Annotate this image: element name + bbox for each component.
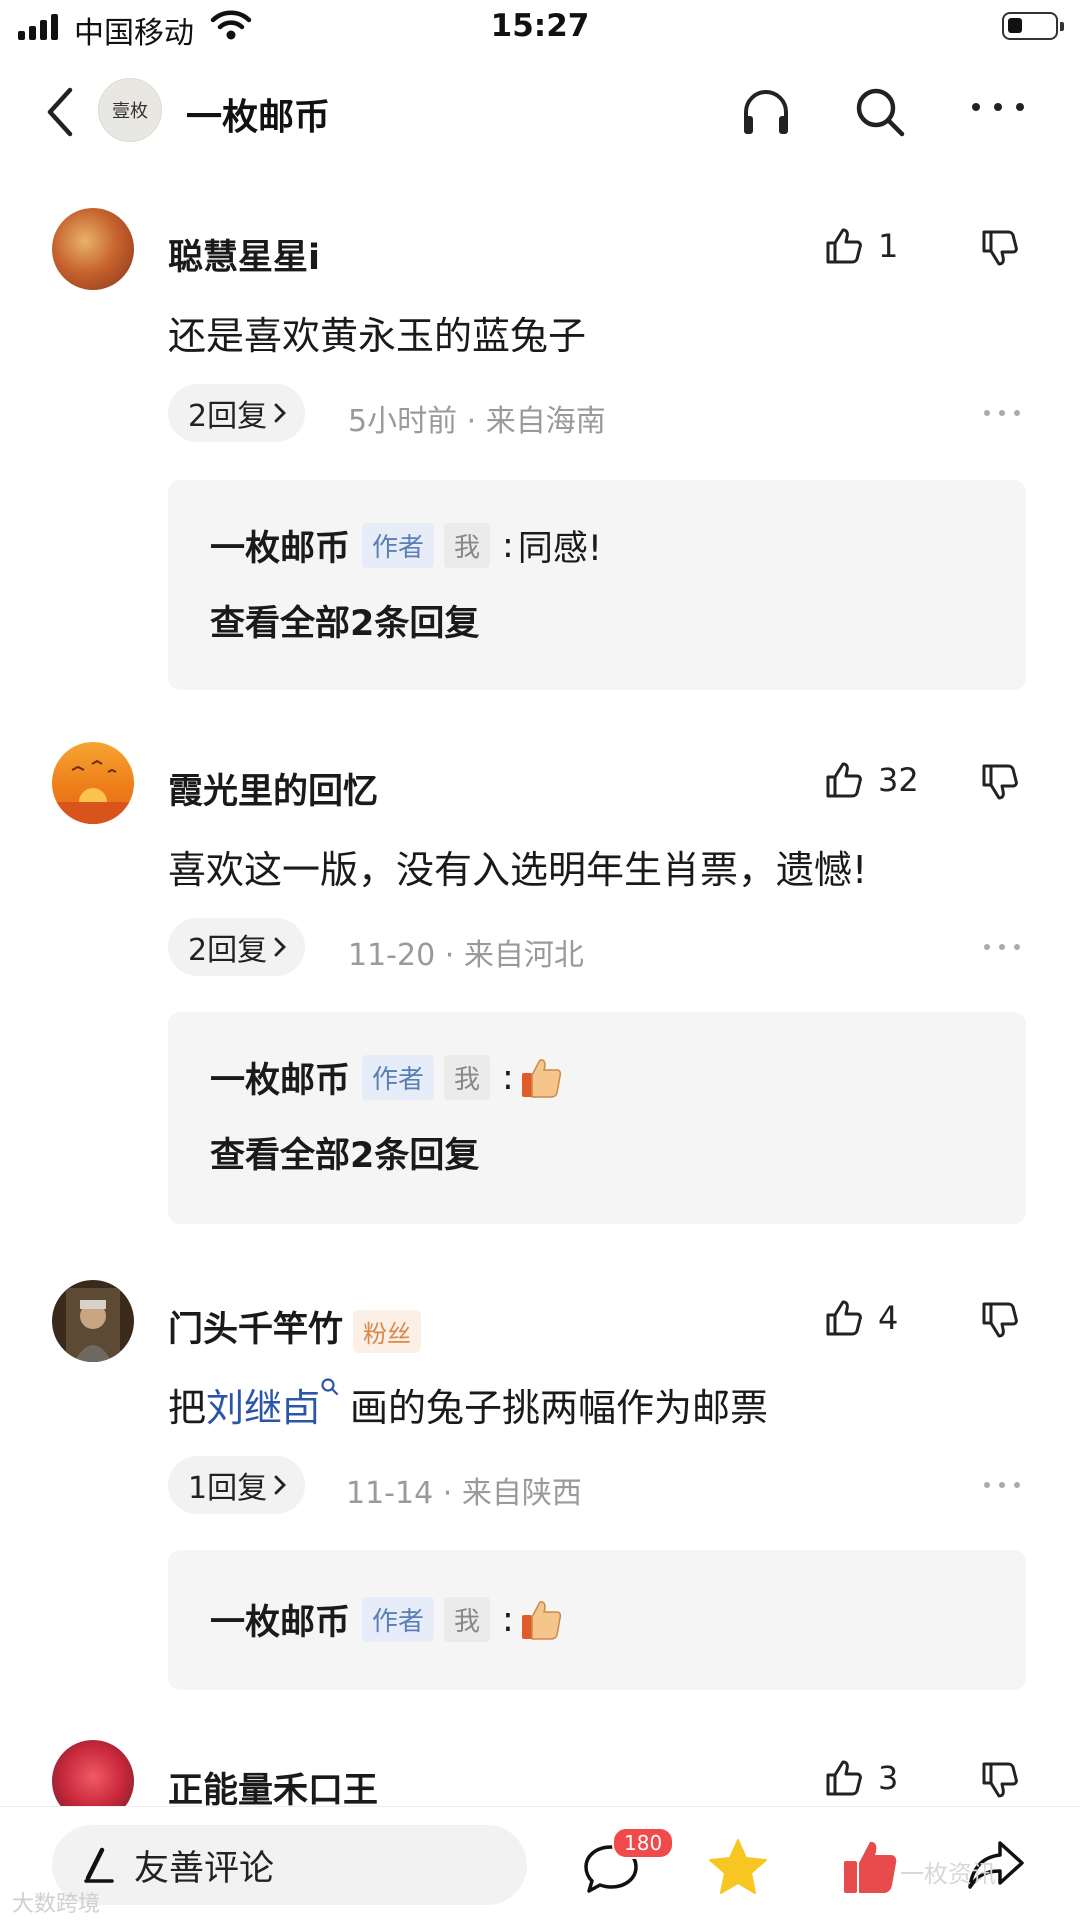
status-time: 15:27 bbox=[490, 8, 590, 44]
headphone-icon[interactable] bbox=[738, 84, 794, 140]
chevron-right-icon bbox=[274, 403, 287, 423]
reply-box: 一枚邮币 作者 我 : 同感! 查看全部2条回复 bbox=[168, 480, 1026, 690]
thumbs-up-emoji-icon bbox=[521, 1058, 561, 1098]
like-count: 3 bbox=[878, 1759, 899, 1797]
comment-input-placeholder: 友善评论 bbox=[134, 1848, 275, 1889]
like-count: 4 bbox=[878, 1299, 899, 1337]
watermark-right: 一枚资讯 bbox=[900, 1860, 996, 1888]
me-tag: 我 bbox=[444, 523, 491, 568]
comment-meta: 11-14 · 来自陕西 bbox=[346, 1476, 582, 1511]
comment-text: 喜欢这一版，没有入选明年生肖票，遗憾! bbox=[168, 848, 868, 892]
thumb-up-icon bbox=[826, 1300, 862, 1336]
thumb-down-icon[interactable] bbox=[980, 228, 1020, 268]
reply-text: 同感! bbox=[517, 529, 602, 569]
comment-input[interactable]: 友善评论 bbox=[52, 1825, 527, 1905]
avatar[interactable] bbox=[52, 208, 134, 290]
back-icon[interactable] bbox=[40, 84, 80, 140]
reply-author-name[interactable]: 一枚邮币 bbox=[210, 1594, 350, 1645]
reply-line: 一枚邮币 作者 我 : bbox=[210, 1594, 564, 1645]
author-tag: 作者 bbox=[362, 1597, 435, 1642]
user-name[interactable]: 霞光里的回忆 bbox=[168, 763, 378, 814]
reply-count-button[interactable]: 2回复 bbox=[168, 918, 306, 976]
more-icon[interactable] bbox=[970, 100, 1026, 114]
like-button[interactable]: 32 bbox=[824, 760, 919, 800]
thumb-up-icon bbox=[826, 228, 862, 264]
reply-line: 一枚邮币 作者 我 : bbox=[210, 1052, 564, 1103]
avatar[interactable] bbox=[52, 742, 134, 824]
user-name[interactable]: 门头千竿竹 粉丝 bbox=[168, 1301, 422, 1353]
me-tag: 我 bbox=[444, 1597, 491, 1642]
like-button[interactable]: 4 bbox=[824, 1298, 898, 1338]
chevron-right-icon bbox=[274, 1475, 287, 1495]
comment-text: 把刘继卣 画的兔子挑两幅作为邮票 bbox=[168, 1377, 768, 1432]
thumb-up-icon bbox=[826, 762, 862, 798]
like-count: 1 bbox=[878, 227, 899, 265]
reply-box: 一枚邮币 作者 我 : bbox=[168, 1550, 1026, 1690]
pen-icon bbox=[84, 1847, 114, 1883]
account-avatar[interactable]: 壹枚 bbox=[98, 78, 162, 142]
reply-box: 一枚邮币 作者 我 : 查看全部2条回复 bbox=[168, 1012, 1026, 1224]
like-count: 32 bbox=[878, 761, 919, 799]
comment-text: 还是喜欢黄永玉的蓝兔子 bbox=[168, 314, 587, 358]
like-button[interactable]: 1 bbox=[824, 226, 898, 266]
comment-meta: 5小时前 · 来自海南 bbox=[348, 404, 606, 439]
thumb-down-icon[interactable] bbox=[980, 1760, 1020, 1800]
user-name[interactable]: 聪慧星星i bbox=[168, 229, 320, 280]
view-all-replies-link[interactable]: 查看全部2条回复 bbox=[210, 1127, 479, 1178]
more-icon[interactable] bbox=[982, 408, 1022, 418]
reply-author-name[interactable]: 一枚邮币 bbox=[210, 520, 350, 571]
view-all-replies-link[interactable]: 查看全部2条回复 bbox=[210, 595, 479, 646]
avatar[interactable] bbox=[52, 1280, 134, 1362]
status-bar: 中国移动 15:27 bbox=[0, 0, 1080, 56]
search-icon[interactable] bbox=[852, 84, 908, 140]
reply-author-name[interactable]: 一枚邮币 bbox=[210, 1052, 350, 1103]
battery-icon bbox=[1002, 12, 1064, 40]
fan-badge: 粉丝 bbox=[353, 1309, 422, 1353]
search-icon[interactable] bbox=[320, 1377, 340, 1399]
like-active-icon[interactable] bbox=[840, 1837, 900, 1897]
account-avatar-text: 壹枚 bbox=[112, 101, 148, 122]
thumb-down-icon[interactable] bbox=[980, 1300, 1020, 1340]
more-icon[interactable] bbox=[982, 942, 1022, 952]
thumbs-up-emoji-icon bbox=[521, 1600, 561, 1640]
reply-line: 一枚邮币 作者 我 : 同感! bbox=[210, 520, 602, 571]
me-tag: 我 bbox=[444, 1055, 491, 1100]
reply-count-button[interactable]: 2回复 bbox=[168, 384, 306, 442]
thumb-down-icon[interactable] bbox=[980, 762, 1020, 802]
author-tag: 作者 bbox=[362, 1055, 435, 1100]
watermark-left: 大数跨境 bbox=[12, 1892, 101, 1917]
more-icon[interactable] bbox=[982, 1480, 1022, 1490]
comment-count-badge: 180 bbox=[612, 1827, 675, 1859]
thumb-up-icon bbox=[826, 1760, 862, 1796]
comment-meta: 11-20 · 来自河北 bbox=[348, 938, 584, 973]
page-title: 一枚邮币 bbox=[186, 97, 331, 138]
reply-count-button[interactable]: 1回复 bbox=[168, 1456, 306, 1514]
like-button[interactable]: 3 bbox=[824, 1758, 898, 1798]
search-link[interactable]: 刘继卣 bbox=[206, 1386, 320, 1430]
chevron-right-icon bbox=[274, 937, 287, 957]
star-icon[interactable] bbox=[706, 1837, 770, 1897]
author-tag: 作者 bbox=[362, 523, 435, 568]
